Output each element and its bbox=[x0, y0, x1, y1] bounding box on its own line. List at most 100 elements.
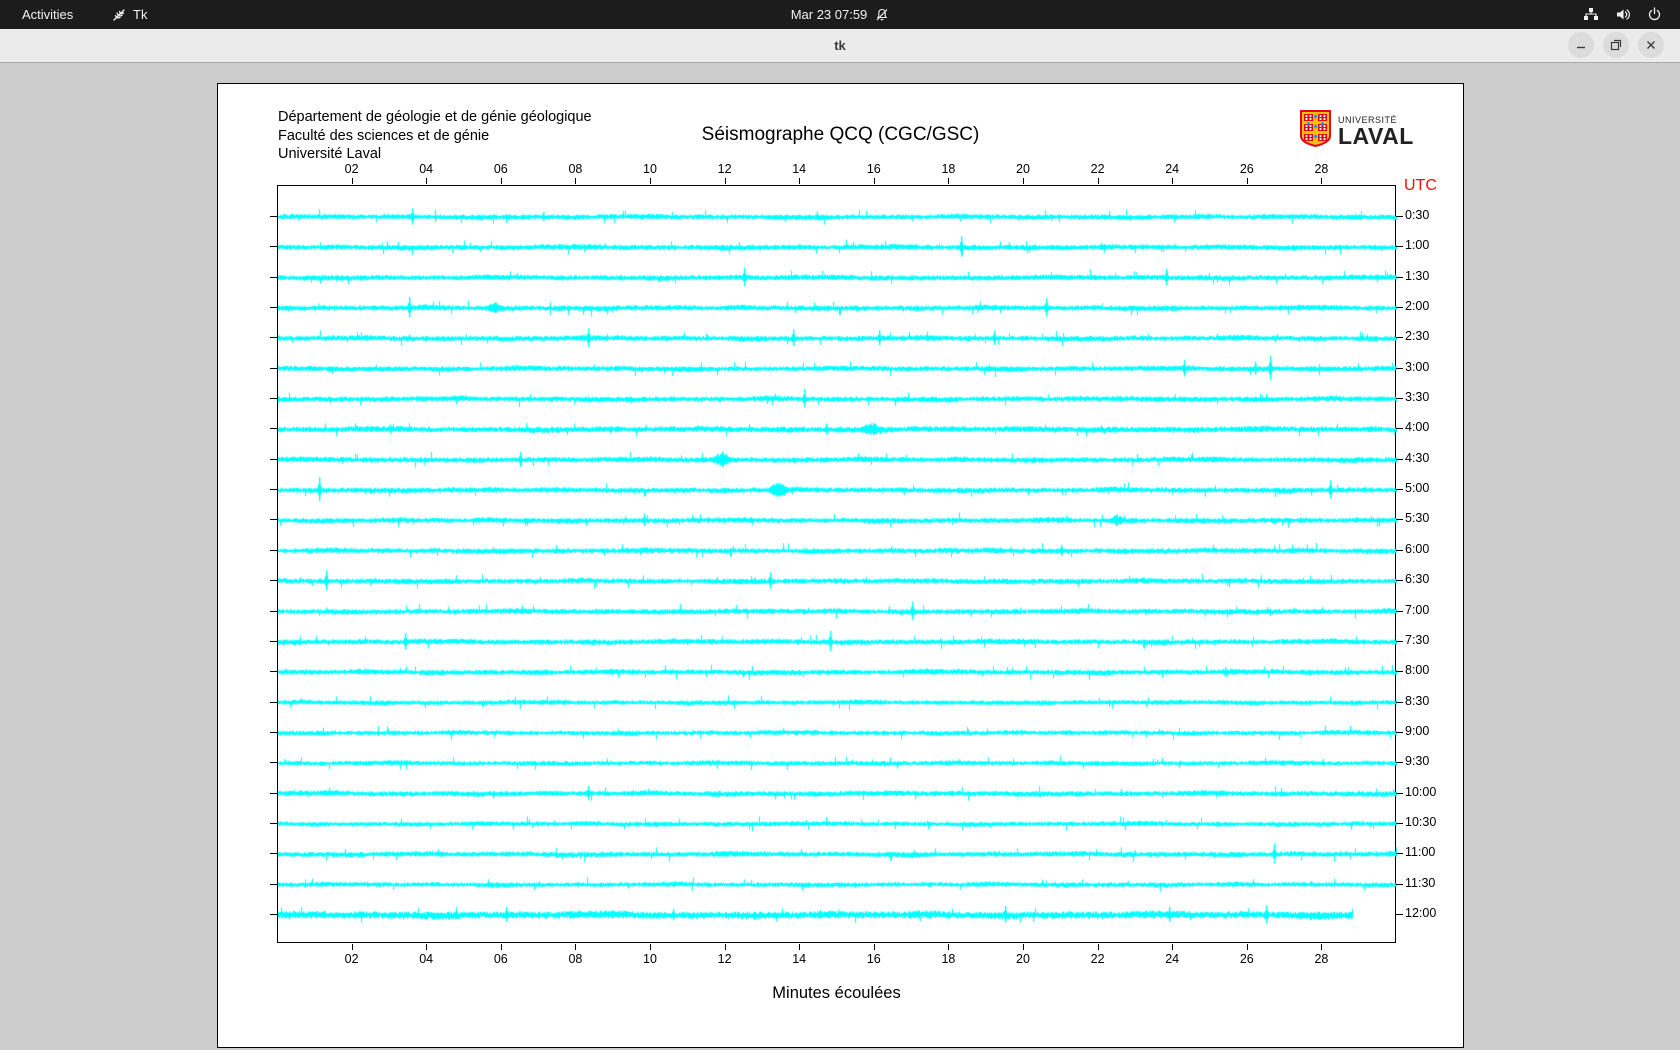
seismograph-window: Département de géologie et de génie géol… bbox=[217, 83, 1464, 1048]
row-tick-right bbox=[1396, 914, 1403, 915]
x-tick-mark bbox=[575, 178, 577, 184]
volume-icon bbox=[1615, 7, 1631, 22]
row-tick-right bbox=[1396, 367, 1403, 369]
x-tick-label: 12 bbox=[717, 952, 732, 966]
x-tick-mark bbox=[650, 944, 651, 950]
row-tick-left bbox=[270, 671, 277, 673]
seismogram-plot bbox=[277, 185, 1397, 944]
row-tick-right bbox=[1396, 610, 1403, 612]
row-time-label: 4:30 bbox=[1405, 450, 1430, 465]
system-status-area[interactable] bbox=[1575, 0, 1670, 29]
row-time-label: 1:00 bbox=[1405, 238, 1430, 253]
row-time-label: 7:00 bbox=[1405, 602, 1430, 617]
row-time-label: 10:30 bbox=[1405, 814, 1437, 829]
row-tick-left bbox=[270, 428, 277, 430]
x-tick-label: 20 bbox=[1016, 952, 1030, 966]
x-tick-label: 18 bbox=[941, 952, 956, 966]
row-time-label: 9:30 bbox=[1405, 754, 1430, 769]
x-tick-mark bbox=[1172, 178, 1174, 184]
clock-button[interactable]: Mar 23 07:59 bbox=[791, 7, 890, 22]
row-time-label: 8:00 bbox=[1405, 663, 1430, 678]
x-tick-label: 02 bbox=[344, 952, 359, 966]
app-menu-button[interactable]: Tk bbox=[104, 0, 155, 29]
x-tick-label: 16 bbox=[866, 952, 881, 966]
notifications-muted-icon bbox=[875, 8, 889, 22]
row-tick-left bbox=[270, 307, 277, 309]
x-tick-mark bbox=[799, 944, 801, 950]
row-tick-left bbox=[270, 610, 277, 612]
row-tick-left bbox=[270, 701, 277, 703]
row-tick-left bbox=[270, 792, 277, 794]
row-tick-right bbox=[1396, 216, 1403, 217]
x-tick-mark bbox=[351, 178, 353, 184]
x-tick-label: 12 bbox=[717, 162, 732, 176]
row-tick-right bbox=[1396, 640, 1403, 642]
row-time-label: 4:00 bbox=[1405, 420, 1430, 435]
clock-area: Mar 23 07:59 bbox=[0, 0, 1680, 29]
row-time-label: 2:30 bbox=[1405, 329, 1430, 344]
x-tick-mark bbox=[1321, 178, 1323, 184]
x-tick-label: 26 bbox=[1239, 162, 1254, 176]
row-time-label: 1:30 bbox=[1405, 268, 1430, 283]
x-axis-title: Minutes écoulées bbox=[772, 984, 901, 1002]
window-title: tk bbox=[834, 38, 846, 53]
window-controls bbox=[1568, 32, 1664, 58]
row-tick-right bbox=[1396, 276, 1403, 278]
row-tick-right bbox=[1396, 701, 1403, 703]
row-time-label: 8:30 bbox=[1405, 693, 1430, 708]
x-tick-label: 08 bbox=[568, 952, 583, 966]
row-tick-right bbox=[1396, 489, 1403, 491]
restore-button[interactable] bbox=[1603, 32, 1629, 58]
window-title-bar: tk bbox=[0, 29, 1680, 63]
clock-text: Mar 23 07:59 bbox=[790, 7, 868, 22]
row-time-label: 7:30 bbox=[1405, 632, 1430, 647]
laval-logo-text: UNIVERSITÉ LAVAL bbox=[1338, 115, 1414, 148]
x-tick-label: 28 bbox=[1314, 162, 1329, 176]
row-tick-left bbox=[270, 276, 277, 278]
x-tick-mark bbox=[1246, 178, 1248, 184]
x-tick-mark bbox=[1172, 944, 1174, 950]
activities-button[interactable]: Activities bbox=[14, 0, 81, 29]
plot-title: Séismographe QCQ (CGC/GSC) bbox=[701, 124, 980, 145]
row-tick-left bbox=[270, 580, 277, 582]
row-tick-left bbox=[270, 914, 277, 915]
x-tick-label: 06 bbox=[493, 952, 508, 966]
tk-feather-icon bbox=[112, 7, 127, 22]
row-time-label: 5:00 bbox=[1405, 481, 1430, 496]
x-tick-label: 14 bbox=[792, 952, 807, 966]
row-time-label: 0:30 bbox=[1405, 208, 1430, 222]
row-tick-left bbox=[270, 489, 277, 491]
x-tick-mark bbox=[1246, 944, 1248, 950]
network-icon bbox=[1583, 7, 1599, 22]
row-tick-right bbox=[1396, 519, 1403, 521]
row-tick-left bbox=[270, 337, 277, 339]
x-tick-label: 04 bbox=[419, 952, 434, 966]
x-tick-label: 26 bbox=[1239, 952, 1254, 966]
x-tick-mark bbox=[351, 944, 353, 950]
seismogram-traces bbox=[278, 186, 1397, 944]
row-tick-right bbox=[1396, 246, 1403, 248]
row-tick-right bbox=[1396, 822, 1403, 824]
row-tick-right bbox=[1396, 307, 1403, 309]
row-tick-right bbox=[1396, 762, 1403, 764]
close-button[interactable] bbox=[1638, 32, 1664, 58]
desktop: Activities Tk Mar 23 07:59 tk Départemen… bbox=[0, 0, 1680, 1050]
row-tick-right bbox=[1396, 337, 1403, 339]
x-tick-mark bbox=[1023, 178, 1024, 184]
gnome-top-bar: Activities Tk Mar 23 07:59 bbox=[0, 0, 1680, 29]
x-tick-mark bbox=[1097, 944, 1099, 950]
row-time-label: 12:00 bbox=[1405, 906, 1437, 920]
x-tick-mark bbox=[1321, 944, 1323, 950]
row-tick-right bbox=[1396, 549, 1403, 551]
x-tick-mark bbox=[500, 178, 502, 184]
row-time-label: 3:30 bbox=[1405, 390, 1430, 405]
row-tick-left bbox=[270, 367, 277, 369]
x-tick-label: 14 bbox=[792, 162, 807, 176]
row-time-label: 11:30 bbox=[1405, 875, 1436, 890]
x-tick-mark bbox=[1023, 944, 1024, 950]
row-tick-right bbox=[1396, 853, 1403, 855]
x-tick-mark bbox=[724, 178, 726, 184]
row-time-label: 10:00 bbox=[1405, 784, 1437, 799]
minimize-button[interactable] bbox=[1568, 32, 1594, 58]
x-tick-label: 22 bbox=[1090, 162, 1105, 176]
